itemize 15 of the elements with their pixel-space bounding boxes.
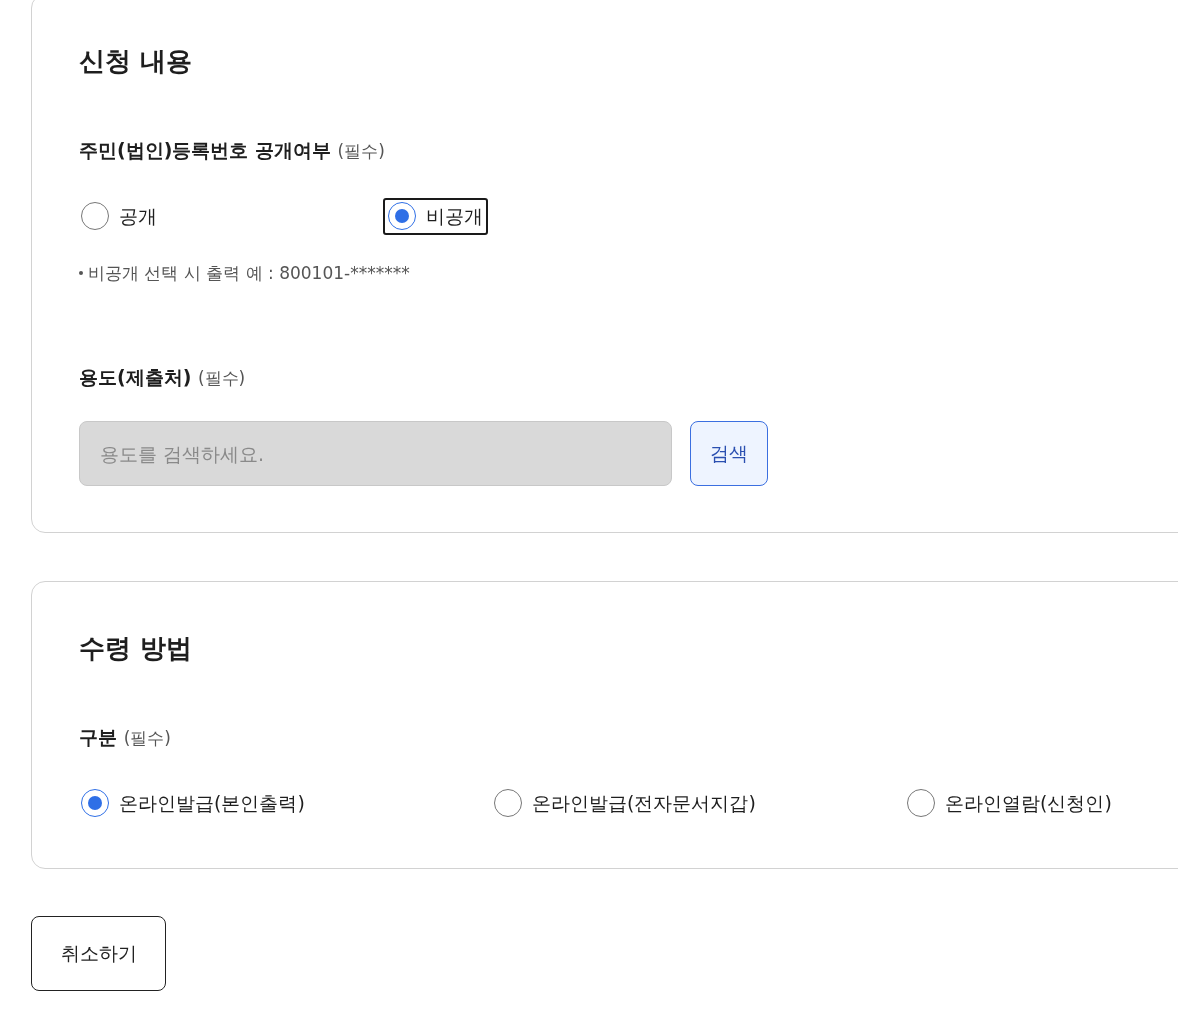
bullet-icon [79,271,83,276]
radio-option[interactable]: 공개 [76,198,162,235]
cancel-button[interactable]: 취소하기 [31,915,166,991]
search-field[interactable]: 용도를 검색하세요. [79,421,672,486]
section-title: 신청 내용 [79,45,194,78]
note-text: 비공개 선택 시 출력 예 : 800101-******* [88,261,410,285]
field-label: 구분 (필수) [79,725,172,750]
radio-option[interactable]: 온라인열람(신청인) [902,785,1117,822]
search-button[interactable]: 검색 [690,421,768,486]
radio-option[interactable]: 온라인발급(전자문서지갑) [489,785,761,822]
field-label: 주민(법인)등록번호 공개여부 (필수) [79,138,386,163]
field-label: 용도(제출처) (필수) [79,365,247,390]
section-title: 수령 방법 [79,632,194,665]
radio-option[interactable]: 비공개 [383,198,488,235]
radio-option[interactable]: 온라인발급(본인출력) [76,785,310,822]
